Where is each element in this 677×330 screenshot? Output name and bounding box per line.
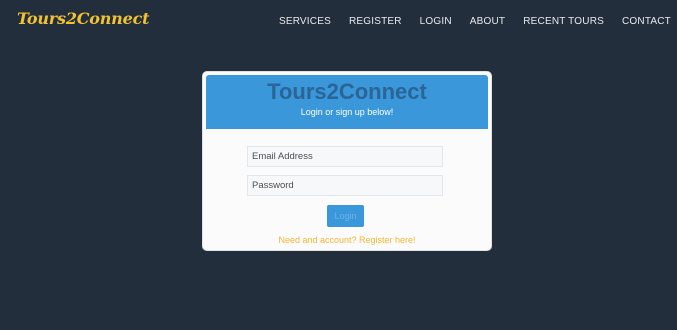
password-field[interactable] (247, 175, 443, 196)
nav-link-register[interactable]: REGISTER (349, 16, 402, 27)
nav-link-recent-tours[interactable]: RECENT TOURS (523, 16, 604, 27)
nav-link-login[interactable]: LOGIN (420, 16, 452, 27)
login-card: Tours2Connect Login or sign up below! Lo… (203, 72, 491, 250)
email-field[interactable] (247, 146, 443, 167)
login-button[interactable]: Login (327, 205, 364, 227)
nav-link-contact[interactable]: CONTACT (622, 16, 671, 27)
login-card-subtitle: Login or sign up below! (300, 107, 394, 117)
nav-link-about[interactable]: ABOUT (470, 16, 505, 27)
register-link[interactable]: Need and account? Register here! (203, 234, 491, 246)
login-card-header: Tours2Connect Login or sign up below! (206, 75, 488, 129)
nav-menu: SERVICES REGISTER LOGIN ABOUT RECENT TOU… (261, 16, 671, 27)
login-card-title: Tours2Connect (267, 79, 427, 104)
top-navbar: Tours2Connect SERVICES REGISTER LOGIN AB… (0, 0, 677, 44)
nav-link-services[interactable]: SERVICES (279, 16, 331, 27)
brand-logo[interactable]: Tours2Connect (17, 9, 150, 28)
